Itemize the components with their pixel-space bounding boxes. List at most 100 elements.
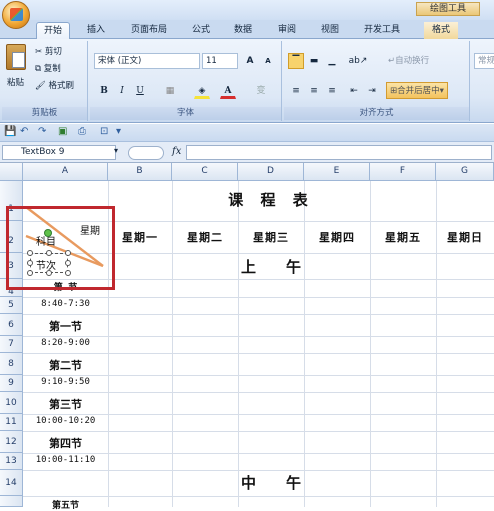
name-box-dropdown-icon[interactable]: ▾ (114, 146, 118, 155)
format-painter-label: 格式刷 (48, 81, 75, 91)
align-middle-icon[interactable]: ▬ (306, 53, 322, 69)
copy-label: 复制 (43, 64, 61, 74)
column-header[interactable]: G (436, 163, 494, 181)
orientation-icon[interactable]: ab↗ (346, 53, 370, 69)
preview-icon[interactable]: ⊡ (100, 126, 108, 137)
row-header[interactable]: 10 (0, 392, 23, 414)
tab-review[interactable]: 审阅 (270, 22, 304, 39)
undo-icon[interactable]: ↶ (20, 126, 28, 137)
tab-insert[interactable]: 插入 (80, 22, 112, 39)
decrease-indent-icon[interactable]: ⇤ (346, 83, 362, 99)
paste-icon[interactable] (6, 44, 26, 70)
fill-color-icon[interactable]: ◈ (194, 83, 210, 99)
row-header[interactable]: 6 (0, 314, 23, 336)
redo-icon[interactable]: ↷ (38, 126, 46, 137)
wrap-text-button[interactable]: ↵自动换行 (388, 53, 429, 70)
period-label: 第一节 (49, 320, 82, 333)
ribbon-tabs: 开始 插入 页面布局 公式 数据 审阅 视图 开发工具 格式 (0, 20, 494, 39)
name-box[interactable]: TextBox 9 (2, 145, 116, 160)
cut-button[interactable]: ✂ 剪切 (35, 44, 62, 61)
day-header: 星期一 (122, 231, 158, 244)
phonetic-button[interactable]: 变 (250, 83, 272, 99)
office-logo-icon (10, 8, 23, 21)
insert-function-button[interactable]: fx (172, 146, 181, 157)
font-size-select[interactable]: 11 (202, 53, 238, 69)
period-label: 第二节 (49, 359, 82, 372)
period-time: 8:40-7:30 (41, 299, 90, 309)
save-icon[interactable]: 💾 (4, 126, 16, 137)
period-time: 9:10-9:50 (41, 377, 90, 387)
noon-label: 中 午 (240, 474, 301, 492)
tab-home[interactable]: 开始 (36, 22, 70, 39)
tab-developer[interactable]: 开发工具 (356, 22, 408, 39)
row-header[interactable] (0, 496, 23, 507)
shrink-font-button[interactable]: A (260, 53, 276, 69)
day-header: 星期五 (385, 231, 421, 244)
period-label: 第四节 (49, 437, 82, 450)
row-header[interactable]: 5 (0, 297, 23, 314)
tab-format[interactable]: 格式 (424, 22, 458, 39)
column-header[interactable]: F (370, 163, 436, 181)
copy-button[interactable]: ⧉ 复制 (35, 61, 61, 78)
align-bottom-icon[interactable]: ▁ (324, 53, 340, 69)
tab-view[interactable]: 视图 (313, 22, 347, 39)
morning-label: 上 午 (240, 258, 301, 276)
column-header[interactable]: C (172, 163, 238, 181)
day-header: 星期日 (447, 231, 483, 244)
grow-font-button[interactable]: A (242, 53, 258, 69)
align-top-icon[interactable]: ▔ (288, 53, 304, 69)
row-header[interactable]: 13 (0, 453, 23, 470)
tab-data[interactable]: 数据 (226, 22, 260, 39)
formula-expand-icon[interactable] (128, 146, 164, 160)
day-header: 星期四 (319, 231, 355, 244)
period-time: 10:00-10:20 (35, 416, 96, 426)
clipboard-group-label: 剪贴板 (2, 107, 87, 120)
bold-button[interactable]: B (96, 83, 112, 99)
period-label: 第五节 (51, 501, 79, 511)
tab-page-layout[interactable]: 页面布局 (123, 22, 175, 39)
merge-center-button[interactable]: ⊞合并后居中▾ (386, 82, 448, 99)
context-tab-label: 绘图工具 (416, 2, 480, 16)
formula-input[interactable] (186, 145, 492, 160)
row-header[interactable]: 14 (0, 470, 23, 496)
highlight-box (6, 206, 115, 290)
align-left-icon[interactable]: ≡ (288, 83, 304, 99)
brush-icon: 🖌 (35, 81, 46, 91)
quick-access-toolbar: 💾 ↶ ↷ ▣ ⎙ ⊡ ▾ (0, 124, 494, 142)
border-icon[interactable]: ▦ (162, 83, 178, 99)
sheet-title: 课 程 表 (228, 191, 314, 209)
underline-button[interactable]: U (132, 83, 148, 99)
alignment-group: ▔ ▬ ▁ ab↗ ≡ ≡ ≡ ⇤ ⇥ ↵自动换行 ⊞合并后居中▾ 对齐方式 (284, 41, 470, 121)
row-header[interactable]: 7 (0, 336, 23, 353)
select-all-corner[interactable] (0, 163, 23, 181)
office-button[interactable] (2, 1, 30, 29)
align-right-icon[interactable]: ≡ (324, 83, 340, 99)
row-header[interactable]: 11 (0, 414, 23, 431)
font-group: 宋体 (正文) 11 A A B I U ▦ ◈ A 变 字体 (90, 41, 282, 121)
increase-indent-icon[interactable]: ⇥ (364, 83, 380, 99)
row-header[interactable]: 8 (0, 353, 23, 375)
font-name-select[interactable]: 宋体 (正文) (94, 53, 200, 69)
print-icon[interactable]: ⎙ (78, 126, 86, 137)
row-header[interactable]: 9 (0, 375, 23, 392)
format-painter-button[interactable]: 🖌 格式刷 (35, 78, 74, 95)
column-header[interactable]: A (23, 163, 108, 181)
wrap-text-label: 自动换行 (395, 56, 430, 66)
number-format-select[interactable]: 常规 (474, 53, 494, 69)
font-color-button[interactable]: A (220, 83, 236, 99)
column-header[interactable]: E (304, 163, 370, 181)
excel-icon[interactable]: ▣ (58, 126, 67, 137)
period-label: 第三节 (49, 398, 82, 411)
tab-formulas[interactable]: 公式 (184, 22, 218, 39)
row-header[interactable]: 12 (0, 431, 23, 453)
align-center-icon[interactable]: ≡ (306, 83, 322, 99)
period-time: 10:00-11:10 (35, 455, 96, 465)
merge-center-label: 合并后居中 (397, 86, 440, 96)
copy-icon: ⧉ (35, 64, 42, 74)
column-header[interactable]: D (238, 163, 304, 181)
paste-button[interactable]: 粘贴 (7, 75, 24, 92)
column-header[interactable]: B (108, 163, 172, 181)
italic-button[interactable]: I (114, 83, 130, 99)
customize-qat-icon[interactable]: ▾ (116, 126, 121, 137)
font-group-label: 字体 (90, 107, 281, 120)
